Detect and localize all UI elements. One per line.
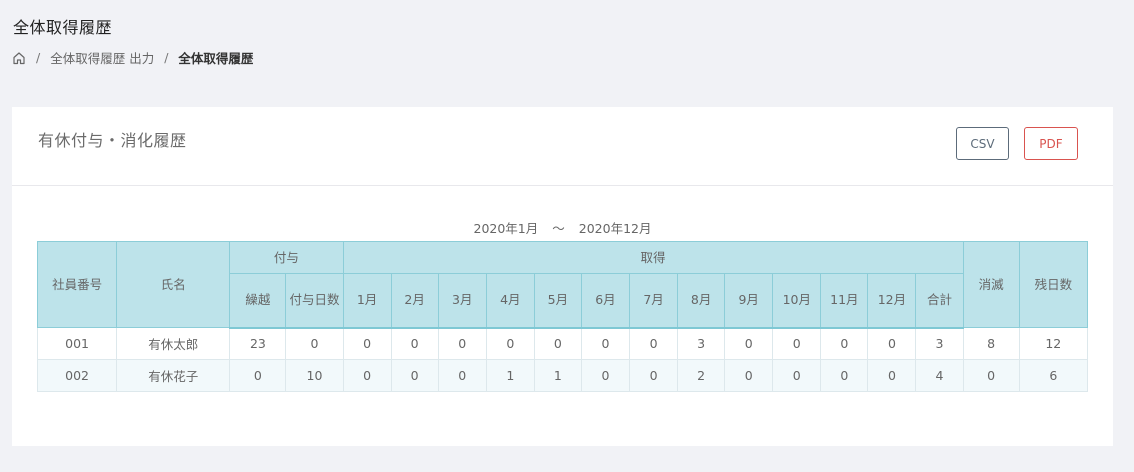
month-cell: 0 bbox=[580, 327, 631, 360]
header-remaining: 残日数 bbox=[1018, 241, 1089, 328]
home-icon[interactable] bbox=[12, 51, 26, 65]
period-from: 2020年1月 bbox=[473, 221, 539, 236]
card-header: 有休付与・消化履歴 CSV PDF bbox=[12, 107, 1113, 186]
breadcrumb: / 全体取得履歴 出力 / 全体取得履歴 bbox=[12, 48, 253, 67]
header-month: 1月 bbox=[342, 273, 392, 329]
name-cell: 有休花子 bbox=[116, 359, 231, 392]
header-expired: 消滅 bbox=[962, 241, 1020, 328]
month-cell: 0 bbox=[437, 359, 487, 392]
header-month: 5月 bbox=[533, 273, 582, 329]
card-title: 有休付与・消化履歴 bbox=[38, 131, 187, 150]
month-cell: 0 bbox=[724, 359, 774, 392]
header-employee-no: 社員番号 bbox=[36, 241, 118, 328]
remaining-cell: 6 bbox=[1018, 359, 1089, 392]
month-cell: 0 bbox=[342, 327, 392, 360]
header-grant: 付与 bbox=[229, 241, 344, 274]
month-cell: 0 bbox=[628, 327, 679, 360]
header-month: 8月 bbox=[677, 273, 726, 329]
employee-no-cell: 001 bbox=[36, 327, 118, 360]
month-cell: 3 bbox=[677, 327, 726, 360]
header-month: 2月 bbox=[390, 273, 439, 329]
month-cell: 0 bbox=[628, 359, 679, 392]
month-cell: 0 bbox=[390, 327, 439, 360]
month-cell: 0 bbox=[867, 327, 917, 360]
employee-no-cell: 002 bbox=[36, 359, 118, 392]
page-title: 全体取得履歴 bbox=[13, 18, 113, 37]
month-cell: 0 bbox=[485, 327, 535, 360]
month-cell: 0 bbox=[867, 359, 917, 392]
table-row: 001 有休太郎 23 0 0 0 0 0 0 0 0 3 0 0 0 0 3 8 12 bbox=[36, 327, 1089, 360]
name-cell: 有休太郎 bbox=[116, 327, 231, 360]
header-month: 9月 bbox=[724, 273, 774, 329]
month-cell: 0 bbox=[437, 327, 487, 360]
period-to: 2020年12月 bbox=[578, 221, 652, 236]
carryover-cell: 23 bbox=[229, 327, 287, 360]
header-month: 11月 bbox=[820, 273, 869, 329]
header-month: 7月 bbox=[628, 273, 679, 329]
history-table: 社員番号 氏名 付与 取得 消滅 残日数 繰越 付与日数 1月 2月 3月 4月 5月 6… bbox=[36, 241, 1089, 392]
header-name: 氏名 bbox=[116, 241, 231, 328]
month-cell: 0 bbox=[390, 359, 439, 392]
month-cell: 0 bbox=[820, 327, 869, 360]
history-card: 有休付与・消化履歴 CSV PDF 2020年1月〜 2020年12月 社員番号 … bbox=[12, 107, 1113, 446]
header-month: 3月 bbox=[437, 273, 487, 329]
header-carryover: 繰越 bbox=[229, 273, 287, 329]
header-month: 4月 bbox=[485, 273, 535, 329]
grant-days-cell: 10 bbox=[285, 359, 344, 392]
breadcrumb-separator: / bbox=[36, 50, 41, 65]
expired-cell: 0 bbox=[962, 359, 1020, 392]
grant-days-cell: 0 bbox=[285, 327, 344, 360]
header-total: 合計 bbox=[915, 273, 964, 329]
period-tilde: 〜 bbox=[552, 221, 565, 236]
csv-button[interactable]: CSV bbox=[956, 127, 1009, 160]
month-cell: 2 bbox=[677, 359, 726, 392]
header-month: 12月 bbox=[867, 273, 917, 329]
expired-cell: 8 bbox=[962, 327, 1020, 360]
total-cell: 3 bbox=[915, 327, 964, 360]
month-cell: 0 bbox=[772, 327, 822, 360]
table-row: 002 有休花子 0 10 0 0 0 1 1 0 0 2 0 0 0 0 4 0 6 bbox=[36, 359, 1089, 392]
month-cell: 1 bbox=[485, 359, 535, 392]
month-cell: 0 bbox=[820, 359, 869, 392]
remaining-cell: 12 bbox=[1018, 327, 1089, 360]
month-cell: 1 bbox=[533, 359, 582, 392]
breadcrumb-separator: / bbox=[164, 50, 169, 65]
breadcrumb-current: 全体取得履歴 bbox=[178, 51, 254, 66]
month-cell: 0 bbox=[772, 359, 822, 392]
month-cell: 0 bbox=[580, 359, 631, 392]
total-cell: 4 bbox=[915, 359, 964, 392]
month-cell: 0 bbox=[724, 327, 774, 360]
pdf-button[interactable]: PDF bbox=[1024, 127, 1078, 160]
header-month: 6月 bbox=[580, 273, 631, 329]
header-grant-days: 付与日数 bbox=[285, 273, 344, 329]
breadcrumb-link-export[interactable]: 全体取得履歴 出力 bbox=[50, 48, 154, 67]
month-cell: 0 bbox=[533, 327, 582, 360]
header-taken: 取得 bbox=[342, 241, 964, 274]
carryover-cell: 0 bbox=[229, 359, 287, 392]
period-range: 2020年1月〜 2020年12月 bbox=[12, 218, 1113, 237]
month-cell: 0 bbox=[342, 359, 392, 392]
header-month: 10月 bbox=[772, 273, 822, 329]
